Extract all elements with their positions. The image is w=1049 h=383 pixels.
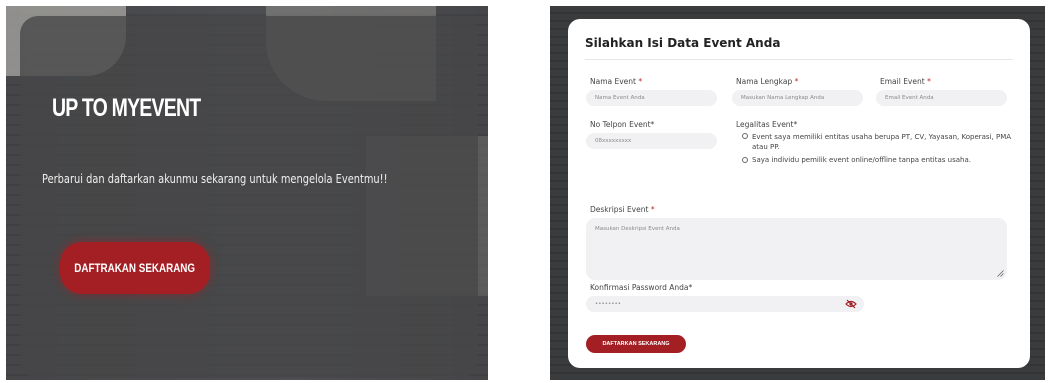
deskripsi-label-text: Deskripsi Event [590, 205, 649, 214]
nama-lengkap-placeholder: Masukan Nama Lengkap Anda [741, 95, 825, 101]
nama-event-label-text: Nama Event [590, 77, 636, 86]
email-event-label-text: Email Event [880, 77, 925, 86]
radio-button-icon[interactable] [742, 157, 748, 163]
resize-handle-icon[interactable] [997, 270, 1004, 277]
deskripsi-placeholder: Masukan Deskripsi Event Anda [595, 226, 680, 232]
hero-panel: UP TO MYEVENT Perbarui dan daftarkan aku… [6, 6, 488, 380]
event-form-card: Silahkan Isi Data Event Anda Nama Event … [568, 19, 1030, 368]
hero-title: UP TO MYEVENT [52, 94, 201, 122]
form-divider [585, 59, 1013, 60]
deskripsi-label: Deskripsi Event * [590, 205, 655, 214]
deskripsi-textarea[interactable]: Masukan Deskripsi Event Anda [586, 218, 1007, 280]
email-event-placeholder: Email Event Anda [885, 95, 934, 101]
password-value: •••••••• [595, 301, 621, 307]
email-event-label: Email Event * [880, 77, 931, 86]
no-telpon-input[interactable]: 08xxxxxxxxx [586, 133, 717, 149]
legalitas-option-individu[interactable]: Saya individu pemilik event online/offli… [742, 156, 1020, 164]
radio-button-icon[interactable] [742, 133, 748, 139]
legalitas-option-label: Event saya memiliki entitas usaha berupa… [752, 133, 1012, 151]
nama-event-label: Nama Event * [590, 77, 642, 86]
no-telpon-label: No Telpon Event* [590, 120, 655, 129]
required-mark: * [650, 205, 655, 214]
email-event-input[interactable]: Email Event Anda [876, 90, 1007, 106]
nama-lengkap-input[interactable]: Masukan Nama Lengkap Anda [732, 90, 863, 106]
no-telpon-placeholder: 08xxxxxxxxx [595, 138, 632, 144]
required-mark: * [794, 77, 799, 86]
nama-event-placeholder: Nama Event Anda [595, 95, 645, 101]
hero-register-button[interactable]: DAFTRAKAN SEKARANG [60, 242, 210, 294]
required-mark: * [638, 77, 643, 86]
legalitas-label: Legalitas Event* [736, 120, 798, 129]
legalitas-option-entitas[interactable]: Event saya memiliki entitas usaha berupa… [742, 132, 1020, 152]
eye-slash-icon[interactable] [844, 297, 858, 311]
password-input[interactable]: •••••••• [586, 296, 864, 312]
hero-register-label: DAFTRAKAN SEKARANG [74, 261, 196, 275]
required-mark: * [927, 77, 931, 86]
password-label: Konfirmasi Password Anda* [590, 283, 693, 292]
nama-event-input[interactable]: Nama Event Anda [586, 90, 717, 106]
submit-register-button[interactable]: DAFTARKAN SEKARANG [586, 335, 686, 353]
nama-lengkap-label: Nama Lengkap * [736, 77, 798, 86]
form-panel: Silahkan Isi Data Event Anda Nama Event … [550, 6, 1045, 380]
hero-overlay-card [20, 16, 478, 378]
hero-subtitle: Perbarui dan daftarkan akunmu sekarang u… [42, 172, 388, 186]
legalitas-option-label: Saya individu pemilik event online/offli… [752, 156, 971, 164]
form-title: Silahkan Isi Data Event Anda [585, 36, 781, 50]
nama-lengkap-label-text: Nama Lengkap [736, 77, 793, 86]
